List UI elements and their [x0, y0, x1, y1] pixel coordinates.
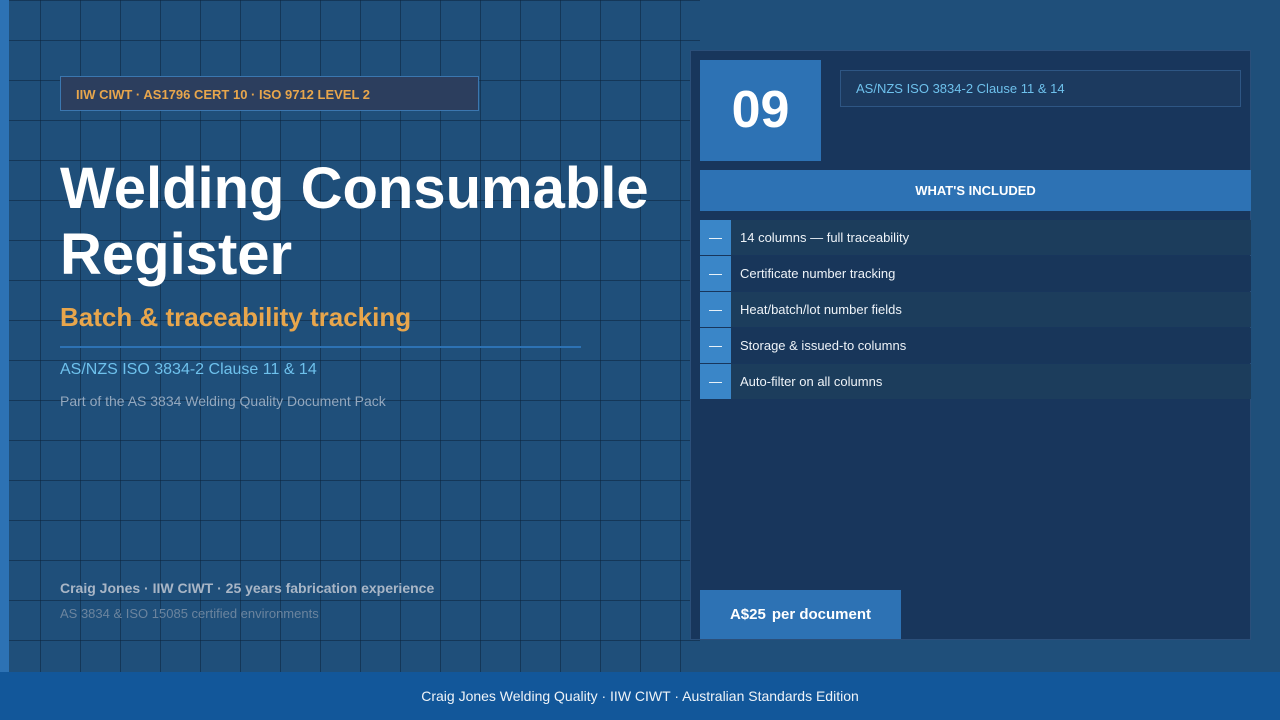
whats-included-header: WHAT'S INCLUDED [700, 170, 1251, 211]
price-button[interactable]: A$25 per document [700, 590, 901, 639]
certification-badge: IIW CIWT · AS1796 CERT 10 · ISO 9712 LEV… [60, 76, 479, 111]
dash-icon: — [700, 256, 731, 291]
feature-item: — Heat/batch/lot number fields [700, 292, 1251, 327]
price-unit: per document [771, 606, 872, 623]
footer-bar: Craig Jones Welding Quality · IIW CIWT ·… [0, 672, 1280, 720]
feature-text: Storage & issued-to columns [740, 338, 907, 353]
title-divider [60, 346, 581, 348]
left-accent-bar [0, 0, 9, 672]
pack-note: Part of the AS 3834 Welding Quality Docu… [60, 393, 386, 409]
author-line: Craig Jones · IIW CIWT · 25 years fabric… [60, 580, 435, 596]
document-number: 09 [700, 60, 821, 161]
feature-text: Auto-filter on all columns [740, 374, 883, 389]
dash-icon: — [700, 364, 731, 399]
page-title: Welding Consumable Register [60, 156, 649, 287]
price-amount: A$25 [729, 606, 766, 623]
dash-icon: — [700, 292, 731, 327]
feature-item: — Storage & issued-to columns [700, 328, 1251, 363]
environments-note: AS 3834 & ISO 15085 certified environmen… [60, 606, 319, 621]
feature-item: — Certificate number tracking [700, 256, 1251, 291]
standard-reference: AS/NZS ISO 3834-2 Clause 11 & 14 [60, 361, 317, 378]
feature-list: — 14 columns — full traceability — Certi… [700, 220, 1251, 400]
feature-item: — 14 columns — full traceability [700, 220, 1251, 255]
feature-text: 14 columns — full traceability [740, 230, 910, 245]
dash-icon: — [700, 220, 731, 255]
dash-icon: — [700, 328, 731, 363]
page-subtitle: Batch & traceability tracking [60, 302, 412, 332]
document-standard: AS/NZS ISO 3834-2 Clause 11 & 14 [840, 70, 1241, 107]
feature-item: — Auto-filter on all columns [700, 364, 1251, 399]
feature-text: Heat/batch/lot number fields [740, 302, 902, 317]
feature-text: Certificate number tracking [740, 266, 896, 281]
